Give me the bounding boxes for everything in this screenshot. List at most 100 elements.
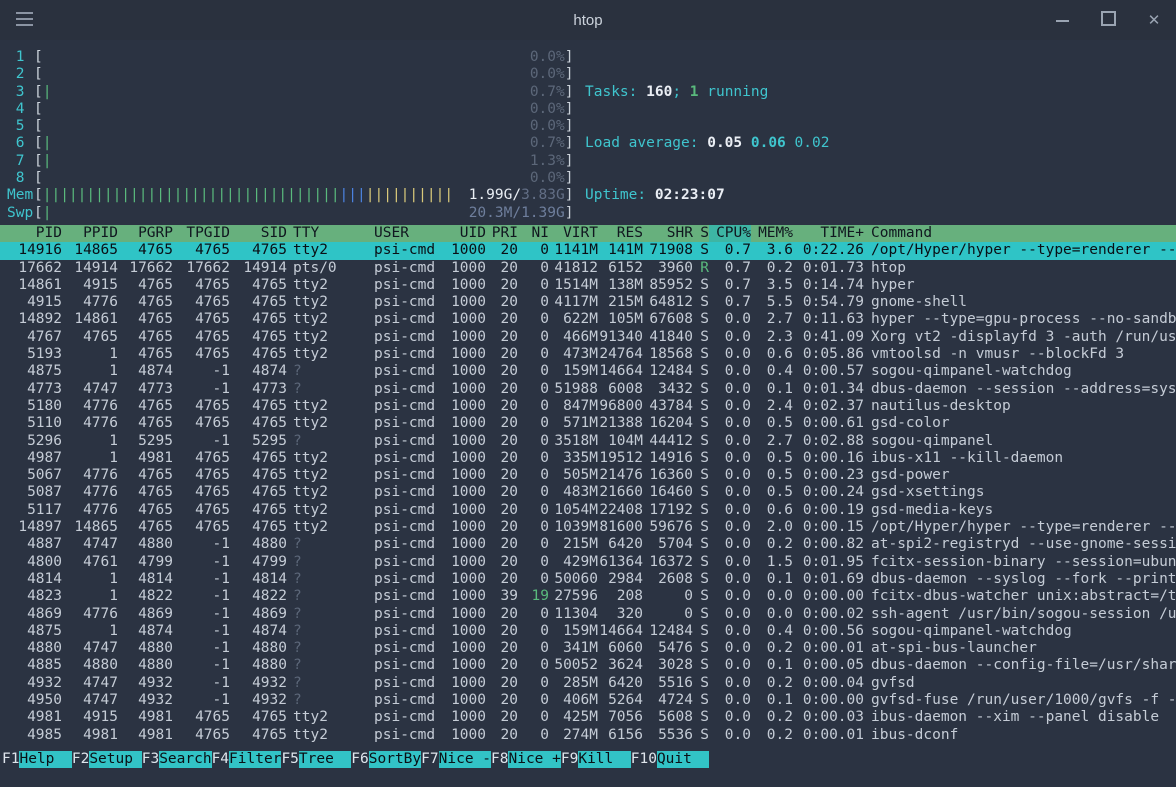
- cell-ni: 0: [518, 571, 549, 588]
- cell-uid: 1000: [436, 606, 486, 623]
- process-row[interactable]: 50874776476547654765tty2psi-cmd100020048…: [0, 484, 1176, 501]
- cell-s: S: [693, 346, 709, 363]
- fkey-f8[interactable]: F8Nice +: [491, 751, 561, 768]
- cell-sid: 4880: [230, 640, 287, 657]
- cell-mem: 0.2: [751, 709, 793, 726]
- process-row[interactable]: 529615295-15295?psi-cmd10002003518M104M4…: [0, 433, 1176, 450]
- process-row[interactable]: 1491614865476547654765tty2psi-cmd1000200…: [0, 242, 1176, 259]
- process-row[interactable]: 49871498147654765tty2psi-cmd1000200335M1…: [0, 450, 1176, 467]
- process-row[interactable]: 488747474880-14880?psi-cmd1000200215M642…: [0, 536, 1176, 553]
- process-row[interactable]: 488047474880-14880?psi-cmd1000200341M606…: [0, 640, 1176, 657]
- cell-user: psi-cmd: [374, 433, 436, 450]
- cell-sid: 4932: [230, 675, 287, 692]
- cell-ppid: 14914: [62, 260, 118, 277]
- column-header-uid[interactable]: UID: [436, 225, 486, 242]
- memory-buffers-fill: |||: [340, 187, 366, 203]
- cell-cpu: 0.0: [709, 311, 751, 328]
- fkey-f5[interactable]: F5Tree: [281, 751, 351, 768]
- fkey-label: F9: [561, 751, 578, 768]
- close-button[interactable]: ✕: [1146, 11, 1162, 29]
- fkey-f2[interactable]: F2Setup: [72, 751, 142, 768]
- column-header-ppid[interactable]: PPID: [62, 225, 118, 242]
- memory-meter-bar: ||||||||||||||||||||||||||||||||||||||||…: [43, 187, 565, 204]
- fkey-f1[interactable]: F1Help: [2, 751, 72, 768]
- cell-tpgid: -1: [173, 675, 230, 692]
- cell-pid: 4800: [7, 554, 62, 571]
- process-row[interactable]: 480047614799-14799?psi-cmd1000200429M613…: [0, 554, 1176, 571]
- cell-virt: 847M: [549, 398, 598, 415]
- cell-pri: 20: [486, 623, 518, 640]
- process-row[interactable]: 51931476547654765tty2psi-cmd1000200473M2…: [0, 346, 1176, 363]
- process-row[interactable]: 481414814-14814?psi-cmd10002005006029842…: [0, 571, 1176, 588]
- column-header-mem[interactable]: MEM%: [751, 225, 793, 242]
- column-header-s[interactable]: S: [693, 225, 709, 242]
- column-header-res[interactable]: RES: [598, 225, 643, 242]
- cell-ppid: 4915: [62, 709, 118, 726]
- process-row[interactable]: 51174776476547654765tty2psi-cmd100020010…: [0, 502, 1176, 519]
- column-header-pid[interactable]: PID: [7, 225, 62, 242]
- cell-pri: 20: [486, 675, 518, 692]
- fkey-f7[interactable]: F7Nice -: [421, 751, 491, 768]
- process-row[interactable]: 148614915476547654765tty2psi-cmd10002001…: [0, 277, 1176, 294]
- column-header-tpgid[interactable]: TPGID: [173, 225, 230, 242]
- process-row[interactable]: 49814915498147654765tty2psi-cmd100020042…: [0, 709, 1176, 726]
- maximize-button[interactable]: [1100, 11, 1116, 30]
- minimize-button[interactable]: [1054, 11, 1070, 29]
- column-header-ni[interactable]: NI: [518, 225, 549, 242]
- fkey-f10[interactable]: F10Quit: [631, 751, 710, 768]
- cell-virt: 571M: [549, 415, 598, 432]
- cell-uid: 1000: [436, 502, 486, 519]
- cell-cmd: sogou-qimpanel-watchdog: [864, 363, 1176, 380]
- process-row[interactable]: 487514874-14874?psi-cmd1000200159M146641…: [0, 363, 1176, 380]
- column-header-pgrp[interactable]: PGRP: [118, 225, 173, 242]
- cell-time: 0:00.16: [793, 450, 864, 467]
- column-header-sid[interactable]: SID: [230, 225, 287, 242]
- cell-ni: 0: [518, 554, 549, 571]
- process-row[interactable]: 1489714865476547654765tty2psi-cmd1000200…: [0, 519, 1176, 536]
- column-header-virt[interactable]: VIRT: [549, 225, 598, 242]
- column-header-time[interactable]: TIME+: [793, 225, 864, 242]
- cell-cmd: fcitx-dbus-watcher unix:abstract=/tm: [864, 588, 1176, 605]
- cell-user: psi-cmd: [374, 277, 436, 294]
- process-row[interactable]: 482314822-14822?psi-cmd10003919275962080…: [0, 588, 1176, 605]
- cell-virt: 1141M: [549, 242, 598, 259]
- cell-shr: 5704: [643, 536, 693, 553]
- column-header-cpu[interactable]: CPU%: [709, 225, 751, 242]
- cell-ni: 0: [518, 381, 549, 398]
- cell-mem: 0.2: [751, 640, 793, 657]
- process-row[interactable]: 51804776476547654765tty2psi-cmd100020084…: [0, 398, 1176, 415]
- column-header-cmd[interactable]: Command: [864, 225, 1176, 242]
- process-row[interactable]: 493247474932-14932?psi-cmd1000200285M642…: [0, 675, 1176, 692]
- process-row[interactable]: 487514874-14874?psi-cmd1000200159M146641…: [0, 623, 1176, 640]
- cell-sid: 4765: [230, 242, 287, 259]
- process-row[interactable]: 495047474932-14932?psi-cmd1000200406M526…: [0, 692, 1176, 709]
- fkey-f6[interactable]: F6SortBy: [351, 751, 421, 768]
- cpu-meter-bar: |1.3%: [43, 153, 565, 170]
- process-row[interactable]: 486947764869-14869?psi-cmd10002001130432…: [0, 606, 1176, 623]
- table-body: 1491614865476547654765tty2psi-cmd1000200…: [0, 242, 1176, 744]
- cell-ni: 0: [518, 536, 549, 553]
- process-row[interactable]: 49154776476547654765tty2psi-cmd100020041…: [0, 294, 1176, 311]
- column-header-pri[interactable]: PRI: [486, 225, 518, 242]
- column-header-tty[interactable]: TTY: [287, 225, 374, 242]
- process-row[interactable]: 49854981498147654765tty2psi-cmd100020027…: [0, 727, 1176, 744]
- column-header-user[interactable]: USER: [374, 225, 436, 242]
- cell-time: 0:00.82: [793, 536, 864, 553]
- process-row[interactable]: 47674765476547654765tty2psi-cmd100020046…: [0, 329, 1176, 346]
- cell-tty: ?: [287, 381, 374, 398]
- process-row[interactable]: 1766214914176621766214914pts/0psi-cmd100…: [0, 260, 1176, 277]
- process-row[interactable]: 1489214861476547654765tty2psi-cmd1000200…: [0, 311, 1176, 328]
- cell-cmd: gsd-xsettings: [864, 484, 1176, 501]
- fkey-f4[interactable]: F4Filter: [212, 751, 282, 768]
- memory-meter-label: Mem: [7, 187, 34, 204]
- process-row[interactable]: 51104776476547654765tty2psi-cmd100020057…: [0, 415, 1176, 432]
- process-row[interactable]: 477347474773-14773?psi-cmd10002005198860…: [0, 381, 1176, 398]
- process-row[interactable]: 50674776476547654765tty2psi-cmd100020050…: [0, 467, 1176, 484]
- menu-icon[interactable]: [16, 12, 33, 26]
- fkey-f3[interactable]: F3Search: [142, 751, 212, 768]
- cell-s: S: [693, 692, 709, 709]
- cpu-meter-8: 8[0.0%]: [7, 170, 583, 187]
- process-row[interactable]: 488548804880-14880?psi-cmd10002005005236…: [0, 657, 1176, 674]
- fkey-f9[interactable]: F9Kill: [561, 751, 631, 768]
- column-header-shr[interactable]: SHR: [643, 225, 693, 242]
